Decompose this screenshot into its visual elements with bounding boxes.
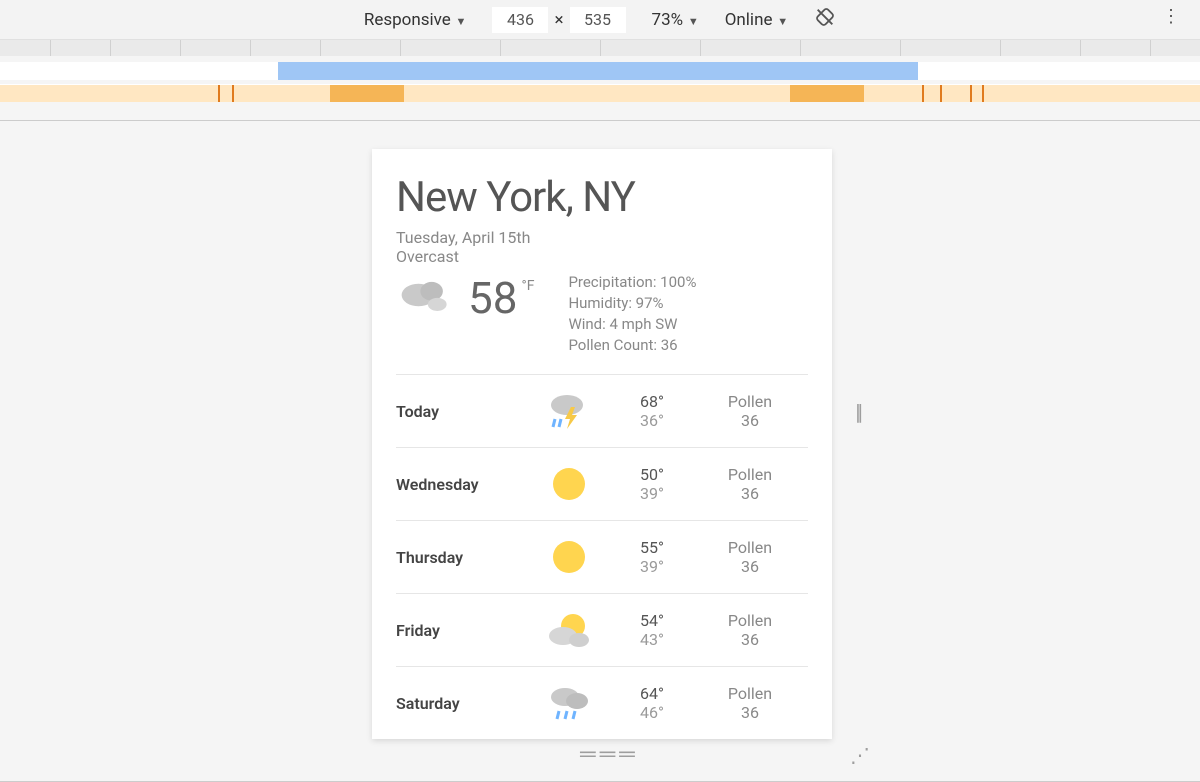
rain-icon	[526, 683, 612, 723]
forecast-temps: 55°39°	[612, 538, 692, 576]
forecast-temps: 64°46°	[612, 684, 692, 722]
forecast-pollen: Pollen36	[692, 684, 808, 722]
device-dropdown[interactable]: Responsive ▼	[364, 10, 467, 30]
forecast-row[interactable]: Today 68°36°Pollen36	[396, 374, 808, 447]
forecast-list: Today68°36°Pollen36Wednesday50°39°Pollen…	[396, 374, 808, 739]
chevron-down-icon: ▼	[685, 15, 699, 28]
location-title: New York, NY	[396, 173, 808, 222]
condition-label: Overcast	[396, 247, 808, 266]
forecast-pollen: Pollen36	[692, 465, 808, 503]
resize-handle-bottom[interactable]: ═══	[580, 741, 639, 767]
forecast-temps: 54°43°	[612, 611, 692, 649]
rotate-icon[interactable]	[814, 6, 836, 33]
pollen-label: Pollen Count: 36	[568, 335, 696, 356]
chevron-down-icon: ▼	[774, 15, 788, 28]
width-input[interactable]: 436	[492, 7, 548, 33]
network-dropdown[interactable]: Online ▼	[725, 10, 788, 30]
forecast-temps: 68°36°	[612, 392, 692, 430]
wind-label: Wind: 4 mph SW	[568, 314, 696, 335]
high-temp: 50°	[612, 465, 692, 484]
breakpoint-bar[interactable]	[0, 84, 1200, 102]
forecast-row[interactable]: Wednesday 50°39°Pollen36	[396, 447, 808, 520]
low-temp: 39°	[612, 557, 692, 576]
high-temp: 54°	[612, 611, 692, 630]
low-temp: 46°	[612, 703, 692, 722]
resize-handle-corner[interactable]: ⋰	[850, 743, 870, 767]
forecast-row[interactable]: Friday 54°43°Pollen36	[396, 593, 808, 666]
forecast-row[interactable]: Thursday 55°39°Pollen36	[396, 520, 808, 593]
sun-icon	[526, 464, 612, 504]
forecast-day: Friday	[396, 621, 526, 640]
forecast-row[interactable]: Saturday 64°46°Pollen36	[396, 666, 808, 739]
temp-unit: °F	[521, 278, 534, 294]
forecast-temps: 50°39°	[612, 465, 692, 503]
forecast-day: Wednesday	[396, 475, 526, 494]
dimensions-times: ×	[554, 10, 563, 30]
current-temp: 58	[468, 272, 517, 324]
forecast-pollen: Pollen36	[692, 538, 808, 576]
selection-bar[interactable]	[0, 62, 1200, 80]
precip-label: Precipitation: 100%	[568, 272, 696, 293]
height-input[interactable]: 535	[570, 7, 626, 33]
chevron-down-icon: ▼	[453, 15, 467, 28]
device-viewport: New York, NY Tuesday, April 15th Overcas…	[0, 121, 1200, 761]
low-temp: 39°	[612, 484, 692, 503]
forecast-day: Thursday	[396, 548, 526, 567]
forecast-pollen: Pollen36	[692, 611, 808, 649]
zoom-dropdown[interactable]: 73% ▼	[652, 10, 699, 30]
thunder-icon	[526, 391, 612, 431]
forecast-pollen: Pollen36	[692, 392, 808, 430]
current-conditions: 58 °F Precipitation: 100% Humidity: 97% …	[396, 272, 808, 356]
stats-block: Precipitation: 100% Humidity: 97% Wind: …	[568, 272, 696, 356]
forecast-day: Today	[396, 402, 526, 421]
high-temp: 68°	[612, 392, 692, 411]
more-options-icon[interactable]: ⋮	[1162, 8, 1180, 26]
low-temp: 43°	[612, 630, 692, 649]
humidity-label: Humidity: 97%	[568, 293, 696, 314]
weather-card: New York, NY Tuesday, April 15th Overcas…	[372, 149, 832, 739]
sun-icon	[526, 537, 612, 577]
resize-handle-right[interactable]: ||	[855, 401, 860, 426]
ruler-bar	[0, 40, 1200, 56]
date-label: Tuesday, April 15th	[396, 228, 808, 247]
overcast-icon	[396, 272, 456, 322]
high-temp: 55°	[612, 538, 692, 557]
high-temp: 64°	[612, 684, 692, 703]
device-toolbar: Responsive ▼ 436 × 535 73% ▼ Online ▼ ⋮	[0, 0, 1200, 40]
partly-icon	[526, 610, 612, 650]
low-temp: 36°	[612, 411, 692, 430]
forecast-day: Saturday	[396, 694, 526, 713]
